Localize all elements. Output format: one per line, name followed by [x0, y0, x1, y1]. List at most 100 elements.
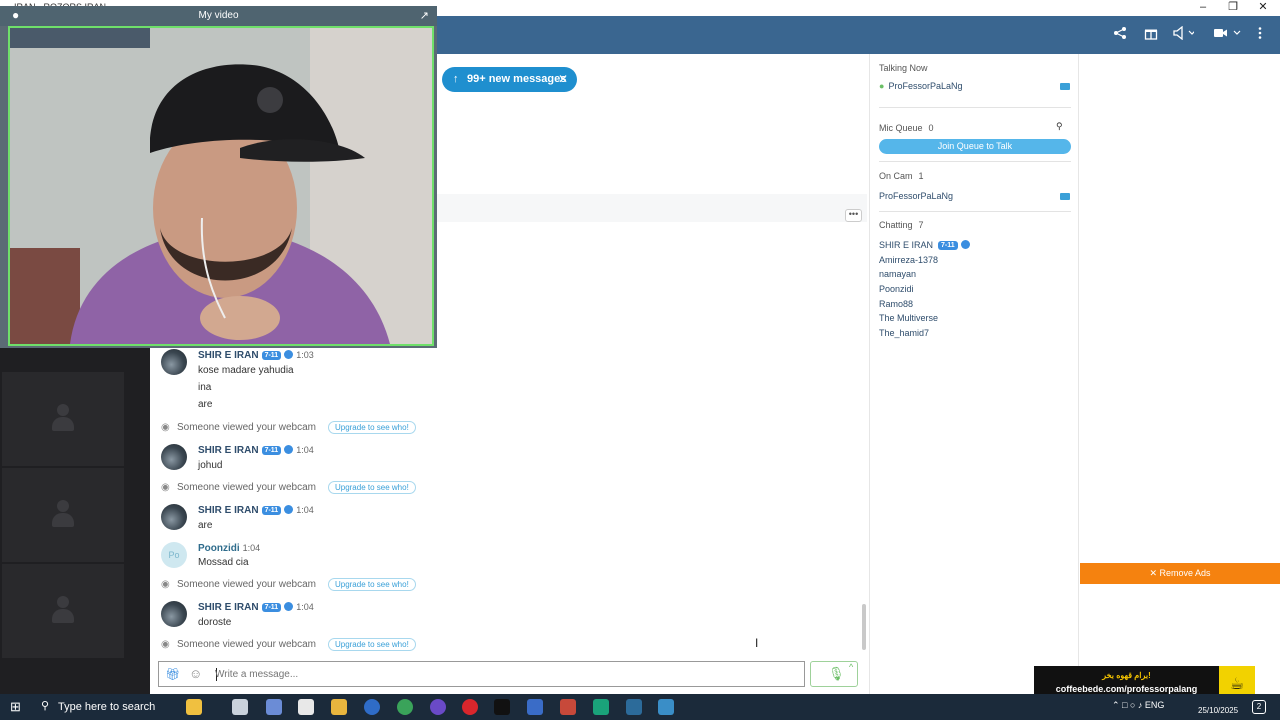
upgrade-link[interactable]: Upgrade to see who! — [327, 421, 416, 434]
message-author[interactable]: Poonzidi 1:04 — [198, 543, 260, 554]
app-icon[interactable] — [364, 699, 380, 715]
user-placeholder-icon — [52, 404, 74, 434]
language-indicator[interactable]: ENG — [1145, 700, 1165, 710]
paltalk-icon[interactable] — [658, 699, 674, 715]
file-icon[interactable] — [298, 699, 314, 715]
chatting-user[interactable]: The Multiverse — [879, 313, 938, 323]
empty-video-tile — [2, 564, 124, 658]
camera-icon[interactable] — [1060, 193, 1070, 200]
app-icon[interactable] — [626, 699, 642, 715]
chrome-icon[interactable] — [397, 699, 413, 715]
on-cam-user[interactable]: ProFessorPaLaNg — [879, 191, 953, 201]
new-messages-button[interactable]: ↑ 99+ new messages ✕ — [442, 67, 577, 92]
camera-icon[interactable] — [1213, 25, 1241, 45]
message-text: doroste — [198, 617, 232, 628]
upgrade-link[interactable]: Upgrade to see who! — [327, 638, 416, 651]
popout-icon[interactable]: ↗ — [420, 9, 429, 22]
avatar[interactable] — [161, 349, 187, 375]
chatting-user[interactable]: Ramo88 — [879, 299, 913, 309]
task-view-icon[interactable] — [232, 699, 248, 715]
app-icon[interactable] — [527, 699, 543, 715]
message-composer[interactable]: 🎁︎ ☺ — [158, 661, 805, 687]
system-tray[interactable]: ⌃ □ ○ ♪ ENG — [1112, 700, 1164, 711]
message-time: 1:04 — [296, 602, 314, 612]
system-message: ◉ Someone viewed your webcam Upgrade to se… — [161, 421, 416, 434]
minimize-icon[interactable]: – — [1188, 0, 1218, 16]
user-placeholder-icon — [52, 596, 74, 626]
verified-icon — [960, 240, 970, 249]
avatar[interactable] — [161, 504, 187, 530]
message-text: Mossad cia — [198, 557, 249, 568]
broadcast-icon[interactable] — [1172, 25, 1196, 45]
message-author[interactable]: SHIR E IRAN 7-11 1:03 — [198, 350, 314, 361]
upgrade-link[interactable]: Upgrade to see who! — [327, 481, 416, 494]
copilot-icon[interactable] — [266, 699, 282, 715]
user-list-panel: Talking Now ● ProFessorPaLaNg Mic Queue 0 … — [869, 54, 1079, 694]
message-author[interactable]: SHIR E IRAN 7-11 1:04 — [198, 505, 314, 516]
chatting-user[interactable]: namayan — [879, 269, 916, 279]
app-icon[interactable] — [430, 699, 446, 715]
chevron-up-icon[interactable]: ^ — [849, 662, 853, 672]
message-author[interactable]: SHIR E IRAN 7-11 1:04 — [198, 445, 314, 456]
message-time: 1:04 — [296, 505, 314, 515]
push-to-talk-button[interactable]: 🎙︎ ^ — [810, 661, 858, 687]
verified-icon — [284, 350, 294, 359]
message-time: 1:03 — [296, 350, 314, 360]
avatar[interactable]: Po — [161, 542, 187, 568]
chatting-user[interactable]: Amirreza-1378 — [879, 255, 938, 265]
share-icon[interactable] — [1113, 25, 1127, 45]
eye-icon: ◉ — [161, 482, 170, 493]
message-options-button[interactable]: ••• — [845, 209, 862, 222]
microphone-icon: 🎙︎ — [828, 666, 845, 681]
gift-icon[interactable] — [1144, 25, 1158, 45]
divider — [879, 107, 1071, 108]
camera-icon[interactable] — [1060, 83, 1070, 90]
taskbar-search-placeholder[interactable]: Type here to search — [58, 701, 155, 713]
search-icon[interactable]: ⚲ — [1056, 121, 1063, 132]
join-queue-button[interactable]: Join Queue to Talk — [879, 139, 1071, 154]
remove-ads-button[interactable]: ✕ Remove Ads — [1080, 563, 1280, 584]
chatting-user[interactable]: SHIR E IRAN 7-11 — [879, 240, 970, 251]
message-time: 1:04 — [296, 445, 314, 455]
avatar[interactable] — [161, 601, 187, 627]
upgrade-link[interactable]: Upgrade to see who! — [327, 578, 416, 591]
ad-headline: برام قهوه بخر! — [1102, 671, 1151, 680]
talking-user[interactable]: ● ProFessorPaLaNg — [879, 81, 962, 91]
eye-icon: ◉ — [161, 422, 170, 433]
clock-date[interactable]: 25/10/2025 — [1198, 706, 1238, 715]
notification-icon[interactable]: 2 — [1252, 700, 1266, 714]
message-input[interactable] — [215, 665, 795, 683]
widget-icon[interactable] — [186, 699, 202, 715]
message-text: johud — [198, 460, 223, 471]
app-icon[interactable] — [593, 699, 609, 715]
close-icon[interactable]: ✕ — [558, 67, 568, 92]
brave-icon[interactable] — [560, 699, 576, 715]
more-vertical-icon[interactable] — [1257, 25, 1263, 45]
windows-start-icon[interactable]: ⊞ — [10, 699, 21, 715]
eye-icon: ◉ — [161, 579, 170, 590]
verified-icon — [284, 602, 294, 611]
my-video-panel[interactable]: ● My video ↗ — [0, 6, 437, 348]
emoji-icon[interactable]: ☺ — [189, 666, 202, 681]
arrow-up-icon: ↑ — [453, 73, 459, 85]
level-badge: 7-11 — [261, 603, 282, 612]
text-cursor-icon: I — [755, 636, 759, 650]
system-message: ◉ Someone viewed your webcam Upgrade to se… — [161, 638, 416, 651]
verified-icon — [284, 445, 294, 454]
chatting-user[interactable]: Poonzidi — [879, 284, 914, 294]
chat-scrollbar[interactable] — [862, 604, 866, 650]
on-cam-heading: On Cam 1 — [879, 171, 924, 181]
avatar[interactable] — [161, 444, 187, 470]
my-video-header[interactable]: ● My video ↗ — [0, 6, 437, 26]
system-message: ◉ Someone viewed your webcam Upgrade to se… — [161, 481, 416, 494]
eye-icon: ◉ — [161, 639, 170, 650]
opera-icon[interactable] — [462, 699, 478, 715]
chatting-user[interactable]: The_hamid7 — [879, 328, 929, 338]
file-explorer-icon[interactable] — [331, 699, 347, 715]
close-icon[interactable]: ✕ — [1248, 0, 1278, 16]
restore-icon[interactable]: ❐ — [1218, 0, 1248, 16]
terminal-icon[interactable] — [494, 699, 510, 715]
message-author[interactable]: SHIR E IRAN 7-11 1:04 — [198, 602, 314, 613]
taskbar: ⊞ ⚲ Type here to search ⌃ □ ○ ♪ ENG 25/1… — [0, 694, 1280, 720]
gift-icon[interactable]: 🎁︎ — [165, 667, 180, 681]
